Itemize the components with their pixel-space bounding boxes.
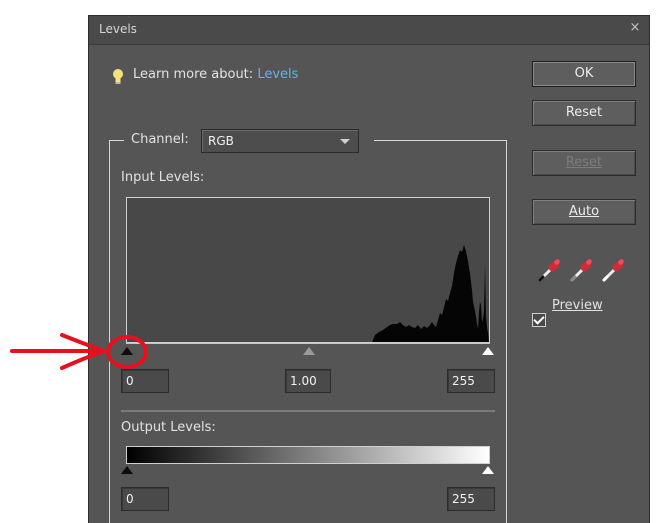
input-black-field[interactable]: 0 xyxy=(121,369,169,393)
output-white-field[interactable]: 255 xyxy=(447,487,495,511)
input-levels-label: Input Levels: xyxy=(121,170,205,185)
histogram-graph xyxy=(372,245,489,342)
learn-more-text: Learn more about: Levels xyxy=(133,67,298,82)
input-white-field[interactable]: 255 xyxy=(447,369,495,393)
input-black-slider[interactable] xyxy=(121,347,133,355)
output-white-slider[interactable] xyxy=(482,466,494,474)
lightbulb-icon xyxy=(113,69,123,84)
reset-disabled-button: Reset xyxy=(532,150,636,176)
preview-checkbox[interactable] xyxy=(532,313,546,327)
histogram-shape xyxy=(372,245,489,342)
input-slider-track xyxy=(126,343,490,344)
reset-button[interactable]: Reset xyxy=(532,100,636,126)
close-icon[interactable]: × xyxy=(627,20,643,35)
black-eyedropper-icon[interactable] xyxy=(536,256,562,284)
histogram xyxy=(126,197,490,343)
input-white-slider[interactable] xyxy=(482,347,494,355)
auto-button[interactable]: Auto xyxy=(532,199,636,225)
levels-dialog: Levels × Learn more about: Levels OK Res… xyxy=(88,15,650,523)
title-bar[interactable]: Levels × xyxy=(89,16,649,45)
learn-more-prefix: Learn more about: xyxy=(133,67,254,82)
output-black-slider[interactable] xyxy=(121,466,133,474)
preview-label: Preview xyxy=(552,298,603,313)
learn-more-link[interactable]: Levels xyxy=(257,67,298,82)
output-black-field[interactable]: 0 xyxy=(121,487,169,511)
channel-select[interactable]: RGB xyxy=(201,129,359,153)
reset-disabled-label: Reset xyxy=(565,155,603,170)
white-eyedropper-icon[interactable] xyxy=(600,256,626,284)
ok-button[interactable]: OK xyxy=(532,61,636,87)
channel-select-value: RGB xyxy=(208,134,234,148)
input-gamma-field[interactable]: 1.00 xyxy=(285,369,331,393)
auto-button-label: Auto xyxy=(568,204,600,219)
levels-divider xyxy=(121,410,495,412)
output-gradient-bar xyxy=(126,446,490,464)
gray-eyedropper-icon[interactable] xyxy=(568,256,594,284)
output-levels-label: Output Levels: xyxy=(121,420,216,435)
preview-label-text: Preview xyxy=(552,298,603,313)
dropdown-arrow-icon xyxy=(340,139,350,144)
channel-label: Channel: xyxy=(131,132,189,147)
dialog-title: Levels xyxy=(99,22,137,36)
input-gamma-slider[interactable] xyxy=(303,347,315,355)
